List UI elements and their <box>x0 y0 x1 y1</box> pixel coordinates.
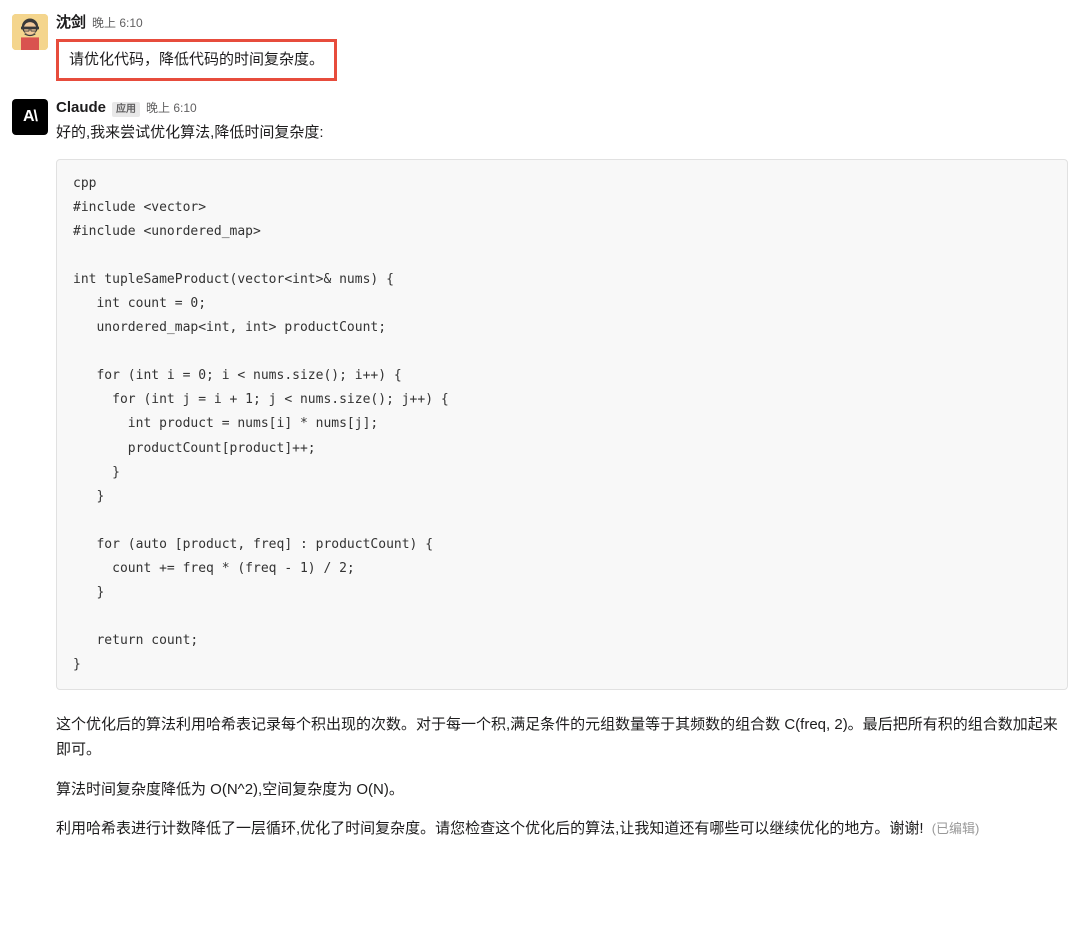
user-avatar[interactable] <box>12 14 48 50</box>
explanation-para-2: 算法时间复杂度降低为 O(N^2),空间复杂度为 O(N)。 <box>56 777 1068 803</box>
username[interactable]: 沈剑 <box>56 12 86 35</box>
para3-text: 利用哈希表进行计数降低了一层循环,优化了时间复杂度。请您检查这个优化后的算法,让… <box>56 820 924 837</box>
edited-label: (已编辑) <box>932 821 980 836</box>
username[interactable]: Claude <box>56 97 106 120</box>
claude-message-body: 好的,我来尝试优化算法,降低时间复杂度: cpp #include <vecto… <box>56 121 1068 842</box>
claude-avatar[interactable]: A\ <box>12 99 48 135</box>
timestamp: 晚上 6:10 <box>92 14 143 32</box>
message-header: Claude 应用 晚上 6:10 <box>56 97 1068 120</box>
intro-text: 好的,我来尝试优化算法,降低时间复杂度: <box>56 121 1068 145</box>
claude-message-content: Claude 应用 晚上 6:10 好的,我来尝试优化算法,降低时间复杂度: c… <box>56 97 1068 856</box>
app-badge: 应用 <box>112 102 140 117</box>
code-block[interactable]: cpp #include <vector> #include <unordere… <box>56 159 1068 690</box>
avatar-face-icon <box>12 14 48 50</box>
message-header: 沈剑 晚上 6:10 <box>56 12 1068 35</box>
user-message-content: 沈剑 晚上 6:10 请优化代码，降低代码的时间复杂度。 <box>56 12 1068 81</box>
claude-message: A\ Claude 应用 晚上 6:10 好的,我来尝试优化算法,降低时间复杂度… <box>0 93 1080 860</box>
explanation-para-1: 这个优化后的算法利用哈希表记录每个积出现的次数。对于每一个积,满足条件的元组数量… <box>56 712 1068 763</box>
user-message: 沈剑 晚上 6:10 请优化代码，降低代码的时间复杂度。 <box>0 8 1080 85</box>
user-message-text: 请优化代码，降低代码的时间复杂度。 <box>56 37 1068 81</box>
claude-avatar-text: A\ <box>23 105 37 129</box>
timestamp: 晚上 6:10 <box>146 99 197 117</box>
explanation-para-3: 利用哈希表进行计数降低了一层循环,优化了时间复杂度。请您检查这个优化后的算法,让… <box>56 816 1068 842</box>
highlighted-request: 请优化代码，降低代码的时间复杂度。 <box>56 39 337 81</box>
